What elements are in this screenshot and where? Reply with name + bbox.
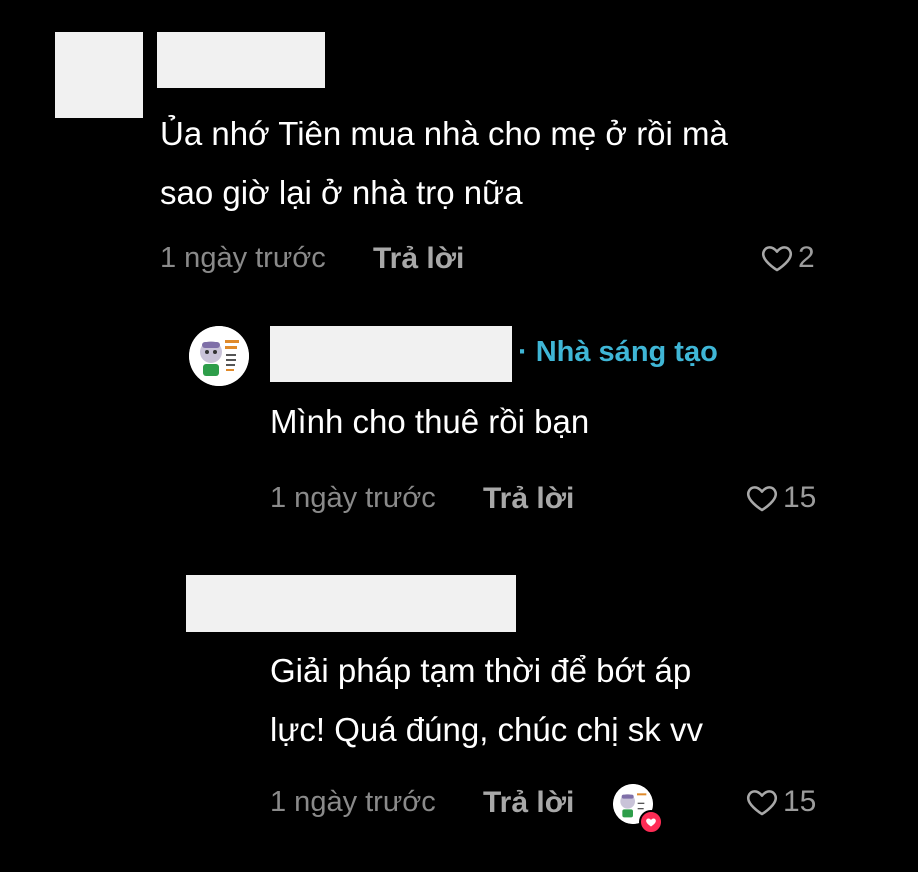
comment-line: Giải pháp tạm thời để bớt áp — [270, 652, 692, 689]
comment-line: sao giờ lại ở nhà trọ nữa — [160, 174, 523, 211]
username-redacted[interactable] — [157, 32, 325, 88]
comment-line: Mình cho thuê rồi bạn — [270, 403, 590, 440]
like-count: 2 — [798, 241, 815, 274]
heart-icon — [747, 486, 777, 512]
user-redacted[interactable] — [186, 575, 516, 632]
comment-timestamp: 1 ngày trước — [160, 242, 326, 274]
username-redacted[interactable] — [270, 326, 512, 382]
like-count: 15 — [783, 785, 817, 818]
heart-icon — [762, 246, 792, 272]
like-count: 15 — [783, 481, 817, 514]
reply-button[interactable]: Trả lời — [483, 786, 574, 820]
reply-button[interactable]: Trả lời — [483, 482, 574, 516]
like-button[interactable]: 2 — [760, 241, 815, 275]
reply-button[interactable]: Trả lời — [373, 242, 464, 276]
avatar-redacted[interactable] — [55, 32, 143, 118]
creator-avatar[interactable] — [189, 326, 249, 386]
heart-icon — [747, 790, 777, 816]
creator-badge: · Nhà sáng tạo — [518, 336, 718, 368]
like-button[interactable]: 15 — [745, 785, 816, 819]
comment-line: Ủa nhớ Tiên mua nhà cho mẹ ở rồi mà — [160, 115, 728, 152]
comment-line: lực! Quá đúng, chúc chị sk vv — [270, 711, 703, 748]
comment-timestamp: 1 ngày trước — [270, 482, 436, 514]
creator-avatar-image — [189, 326, 249, 386]
comment-text: Ủa nhớ Tiên mua nhà cho mẹ ở rồi mà sao … — [160, 104, 728, 222]
comment-text: Giải pháp tạm thời để bớt áp lực! Quá đú… — [270, 641, 703, 759]
comment-text: Mình cho thuê rồi bạn — [270, 392, 589, 451]
like-button[interactable]: 15 — [745, 481, 816, 515]
comment-timestamp: 1 ngày trước — [270, 786, 436, 818]
heart-badge-icon — [639, 810, 663, 834]
